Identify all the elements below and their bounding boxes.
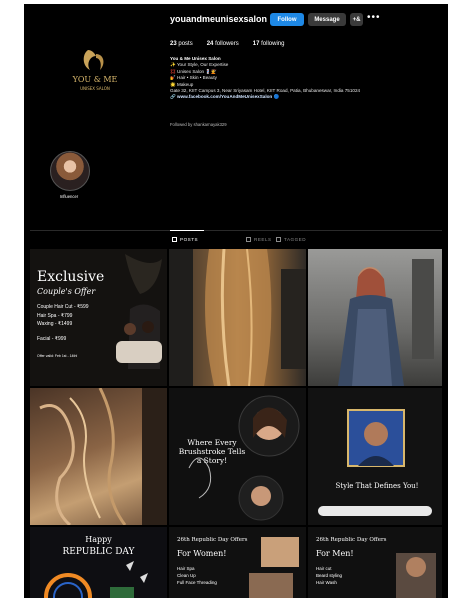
offer-list: Hair cut Beard styling Hair Wash — [316, 565, 342, 586]
post-title-line2: REPUBLIC DAY — [62, 547, 135, 557]
offer-list: Hair Spa Clean Up Full Face Threading — [177, 565, 217, 586]
offer-item: Hair Spa — [177, 566, 195, 571]
posts-count[interactable]: 23 posts — [170, 41, 193, 47]
offer-item: Clean Up — [177, 573, 196, 578]
bio-link[interactable]: 🔗 www.facebook.com/YouAndMeUnisexSalon 🔵 — [170, 94, 440, 100]
story-highlight-label: Influencer — [59, 194, 79, 199]
tab-tagged[interactable]: TAGGED — [276, 237, 306, 242]
offer-item: Waxing - ₹1499 — [37, 321, 73, 327]
offer-list: Couple Hair Cut - ₹599 Hair Spa - ₹799 W… — [37, 303, 89, 343]
offer-item: Hair Wash — [316, 580, 337, 585]
offer-item: Couple Hair Cut - ₹599 — [37, 304, 89, 310]
post-influencer[interactable] — [308, 249, 442, 386]
profile-page: YOU & ME UNISEX SALON youandmeunisexsalo… — [24, 4, 448, 598]
post-title: Exclusive — [37, 269, 105, 285]
story-highlight[interactable] — [50, 151, 90, 191]
profile-stats: 23 posts 24 followers 17 following — [170, 41, 284, 47]
tagged-icon — [276, 237, 281, 242]
active-tab-indicator — [170, 230, 204, 231]
post-title-line1: Happy — [85, 535, 112, 544]
more-options-icon[interactable]: ••• — [367, 12, 381, 23]
offer-item: Hair Spa - ₹799 — [37, 312, 73, 319]
followers-count[interactable]: 24 followers — [207, 41, 239, 47]
message-button[interactable]: Message — [308, 13, 346, 26]
followed-by[interactable]: Followed by shankarnayak329 — [170, 122, 227, 127]
suggested-users-button[interactable]: +& — [350, 13, 363, 26]
grid-icon — [172, 237, 177, 242]
post-subtitle: For Men! — [316, 549, 354, 558]
post-offers-men[interactable]: 26th Republic Day Offers For Men! Hair c… — [308, 527, 442, 598]
post-offers-women[interactable]: 26th Republic Day Offers For Women! Hair… — [169, 527, 306, 598]
post-title: Where Every Brushstroke Tells a Story! — [178, 438, 246, 465]
logo-text: YOU & ME — [72, 75, 118, 84]
offer-item: Beard styling — [316, 573, 343, 578]
profile-bio: You & Me Unisex Salon ✨ Your Style, Our … — [170, 56, 440, 101]
following-count[interactable]: 17 following — [253, 41, 285, 47]
post-couple-offer[interactable]: Exclusive Couple's Offer Couple Hair Cut… — [30, 249, 167, 386]
offer-footer: Offer valid: Feb 1st - 14th! — [37, 354, 78, 358]
offer-item: Full Face Threading — [177, 580, 217, 585]
post-silky-hair[interactable] — [169, 249, 306, 386]
offer-item: Facial - ₹999 — [37, 335, 67, 342]
offer-item: Hair cut — [316, 566, 332, 571]
tabs-divider — [30, 230, 442, 231]
post-style-defines[interactable]: Style That Defines You! — [308, 388, 442, 525]
reels-icon — [246, 237, 251, 242]
post-curly-hair[interactable] — [30, 388, 167, 525]
post-title: Style That Defines You! — [335, 482, 419, 490]
post-subtitle: Couple's Offer — [37, 287, 96, 296]
profile-username: youandmeunisexsalon — [170, 14, 268, 24]
profile-logo[interactable]: YOU & ME UNISEX SALON — [60, 44, 130, 102]
tab-posts[interactable]: POSTS — [172, 237, 198, 242]
post-subtitle: For Women! — [177, 549, 227, 558]
logo-subtext: UNISEX SALON — [80, 86, 110, 91]
tab-reels[interactable]: REELS — [246, 237, 272, 242]
follow-button[interactable]: Follow — [270, 13, 304, 26]
post-title: 26th Republic Day Offers — [316, 537, 387, 543]
post-brushstroke[interactable]: Where Every Brushstroke Tells a Story! — [169, 388, 306, 525]
post-republic-day[interactable]: Happy REPUBLIC DAY — [30, 527, 167, 598]
post-title: 26th Republic Day Offers — [177, 537, 248, 543]
